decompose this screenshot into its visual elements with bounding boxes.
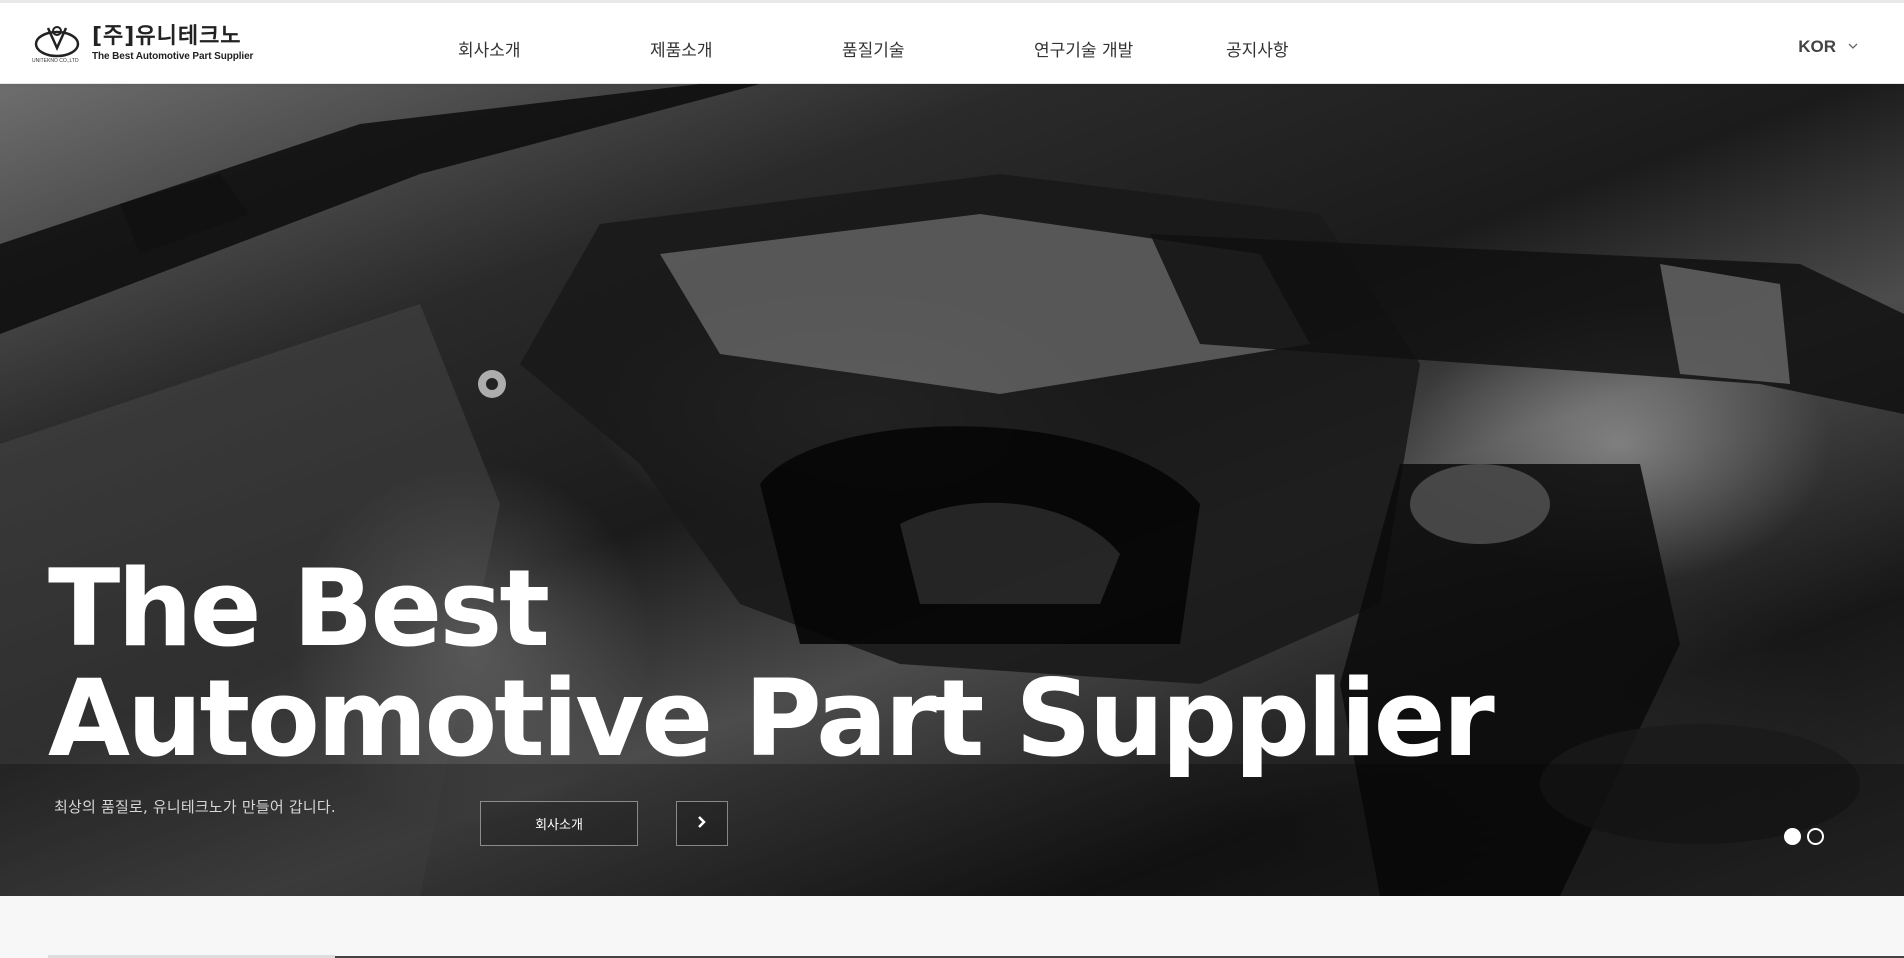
next-slide-button[interactable] — [676, 801, 728, 846]
language-selector[interactable]: KOR — [1798, 37, 1858, 57]
nav-item-notice[interactable]: 공지사항 — [1226, 36, 1289, 61]
hero-title: The Best Automotive Part Supplier — [48, 547, 1495, 780]
chevron-right-icon — [697, 814, 707, 833]
slide-dot-2[interactable] — [1807, 828, 1824, 845]
company-intro-button-label: 회사소개 — [535, 818, 583, 833]
nav-item-products[interactable]: 제품소개 — [650, 36, 713, 61]
chevron-down-icon — [1848, 42, 1858, 53]
site-header: UNITEKNO CO.,LTD [주]유니테크노 The Best Autom… — [0, 0, 1904, 84]
slide-dot-1[interactable] — [1784, 828, 1801, 845]
nav-item-company[interactable]: 회사소개 — [458, 36, 521, 61]
content-section — [0, 896, 1904, 958]
nav-item-research[interactable]: 연구기술 개발 — [1034, 36, 1133, 61]
main-nav: 회사소개 제품소개 품질기술 연구기술 개발 공지사항 — [0, 3, 1904, 87]
language-label: KOR — [1798, 37, 1836, 56]
hero-title-line2: Automotive Part Supplier — [48, 657, 1495, 780]
nav-item-quality[interactable]: 품질기술 — [842, 36, 905, 61]
hero-slider: The Best Automotive Part Supplier 최상의 품질… — [0, 84, 1904, 896]
slide-pagination — [1784, 828, 1824, 845]
hero-subtitle: 최상의 품질로, 유니테크노가 만들어 갑니다. — [54, 798, 336, 816]
company-intro-button[interactable]: 회사소개 — [480, 801, 638, 846]
hero-title-line1: The Best — [48, 547, 550, 670]
